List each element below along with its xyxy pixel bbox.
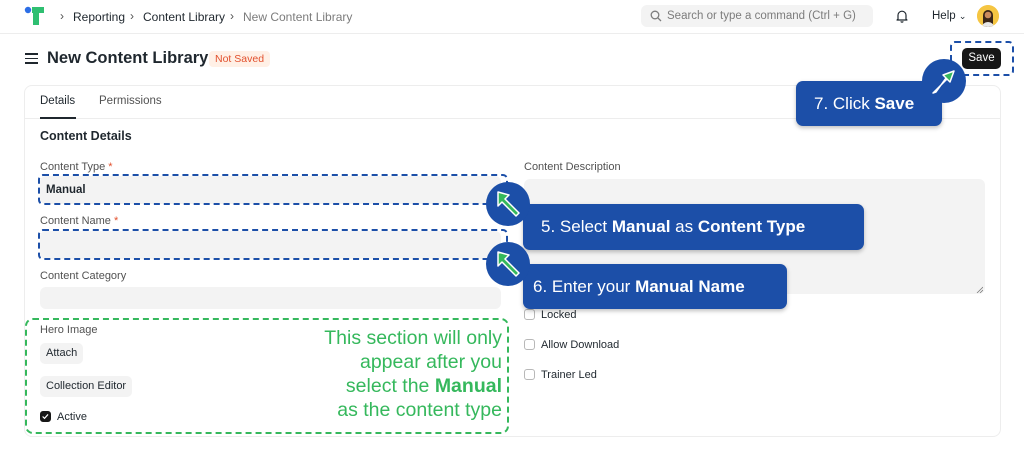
cursor-arrow-icon xyxy=(486,242,530,286)
breadcrumb-current: New Content Library xyxy=(243,10,353,24)
chevron-right-icon: › xyxy=(130,9,134,23)
search-placeholder: Search or type a command (Ctrl + G) xyxy=(667,10,856,22)
tab-permissions[interactable]: Permissions xyxy=(99,95,162,107)
section-title: Content Details xyxy=(40,129,132,143)
trainer-led-label: Trainer Led xyxy=(541,369,597,381)
active-tab-indicator xyxy=(40,117,76,119)
step5-callout: 5. Select Manual as Content Type xyxy=(523,204,864,250)
note-line-3: select the Manual xyxy=(345,375,502,397)
content-name-highlight xyxy=(38,229,508,260)
status-badge: Not Saved xyxy=(209,51,271,67)
help-dropdown[interactable]: Help ⌄ xyxy=(932,10,966,22)
content-description-label: Content Description xyxy=(524,161,621,173)
chevron-down-icon: ⌄ xyxy=(958,11,967,21)
content-category-field[interactable] xyxy=(40,287,501,309)
step7-callout: 7. Click Save xyxy=(796,81,942,126)
help-label: Help xyxy=(932,10,956,22)
locked-label: Locked xyxy=(541,309,577,321)
locked-checkbox[interactable] xyxy=(524,309,535,320)
content-type-label: Content Type * xyxy=(40,161,113,173)
app-logo-icon[interactable] xyxy=(24,5,46,27)
avatar[interactable] xyxy=(977,5,999,27)
content-name-label: Content Name * xyxy=(40,215,119,227)
search-icon xyxy=(650,10,662,22)
cursor-arrow-icon xyxy=(486,182,530,226)
bell-icon[interactable] xyxy=(895,9,909,23)
allow-download-label: Allow Download xyxy=(541,339,620,351)
step6-callout: 6. Enter your Manual Name xyxy=(523,264,787,309)
trainer-led-checkbox[interactable] xyxy=(524,369,535,380)
hamburger-icon[interactable] xyxy=(25,53,38,64)
cursor-arrow-icon xyxy=(922,59,966,103)
content-category-label: Content Category xyxy=(40,270,127,282)
note-line-1: This section will only xyxy=(324,327,502,349)
chevron-right-icon: › xyxy=(230,9,234,23)
note-line-4: as the content type xyxy=(337,399,502,421)
allow-download-checkbox[interactable] xyxy=(524,339,535,350)
resize-handle-icon[interactable] xyxy=(976,286,983,293)
tab-details[interactable]: Details xyxy=(40,95,75,107)
breadcrumb-reporting[interactable]: Reporting xyxy=(73,10,125,24)
conditional-section-note: This section will only appear after you … xyxy=(296,326,502,422)
content-type-highlight xyxy=(38,174,508,205)
top-navbar: › Reporting › Content Library › New Cont… xyxy=(0,0,1024,34)
breadcrumb-content-library[interactable]: Content Library xyxy=(143,10,225,24)
note-line-2: appear after you xyxy=(359,351,502,373)
chevron-right-icon: › xyxy=(60,9,64,23)
page-title: New Content Library xyxy=(47,49,209,67)
search-bar[interactable]: Search or type a command (Ctrl + G) xyxy=(641,5,873,27)
